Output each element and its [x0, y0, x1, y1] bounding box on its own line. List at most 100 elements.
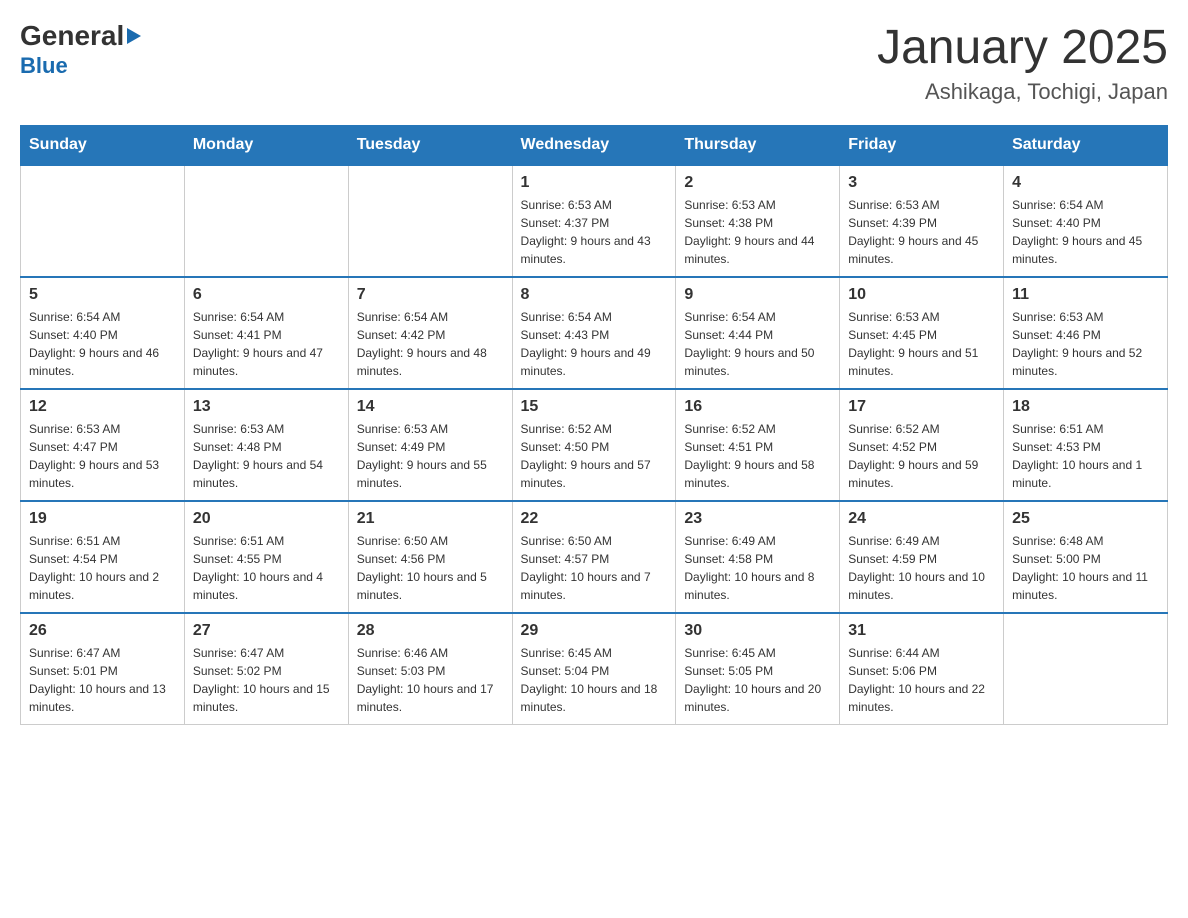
day-info: Sunrise: 6:48 AM Sunset: 5:00 PM Dayligh…	[1012, 532, 1159, 604]
calendar-subtitle: Ashikaga, Tochigi, Japan	[877, 79, 1168, 105]
day-number: 1	[521, 174, 668, 192]
calendar-cell: 30 Sunrise: 6:45 AM Sunset: 5:05 PM Dayli…	[676, 613, 840, 725]
day-number: 4	[1012, 174, 1159, 192]
day-number: 22	[521, 510, 668, 528]
day-number: 13	[193, 398, 340, 416]
calendar-cell: 19 Sunrise: 6:51 AM Sunset: 4:54 PM Dayli…	[21, 501, 185, 613]
weekday-header-row: SundayMondayTuesdayWednesdayThursdayFrid…	[21, 126, 1168, 166]
day-number: 10	[848, 286, 995, 304]
day-info: Sunrise: 6:45 AM Sunset: 5:05 PM Dayligh…	[684, 644, 831, 716]
day-number: 5	[29, 286, 176, 304]
calendar-cell: 5 Sunrise: 6:54 AM Sunset: 4:40 PM Daylig…	[21, 277, 185, 389]
weekday-header-monday: Monday	[184, 126, 348, 166]
day-number: 11	[1012, 286, 1159, 304]
day-number: 18	[1012, 398, 1159, 416]
weekday-header-sunday: Sunday	[21, 126, 185, 166]
calendar-cell	[21, 165, 185, 277]
day-info: Sunrise: 6:50 AM Sunset: 4:56 PM Dayligh…	[357, 532, 504, 604]
day-number: 30	[684, 622, 831, 640]
day-info: Sunrise: 6:49 AM Sunset: 4:58 PM Dayligh…	[684, 532, 831, 604]
day-number: 19	[29, 510, 176, 528]
calendar-body: 1Sunrise: 6:53 AM Sunset: 4:37 PM Daylig…	[21, 165, 1168, 725]
calendar-cell: 15Sunrise: 6:52 AM Sunset: 4:50 PM Dayli…	[512, 389, 676, 501]
day-info: Sunrise: 6:45 AM Sunset: 5:04 PM Dayligh…	[521, 644, 668, 716]
weekday-header-saturday: Saturday	[1004, 126, 1168, 166]
weekday-header-tuesday: Tuesday	[348, 126, 512, 166]
calendar-cell: 11 Sunrise: 6:53 AM Sunset: 4:46 PM Dayli…	[1004, 277, 1168, 389]
day-info: Sunrise: 6:49 AM Sunset: 4:59 PM Dayligh…	[848, 532, 995, 604]
title-section: January 2025 Ashikaga, Tochigi, Japan	[877, 20, 1168, 105]
day-info: Sunrise: 6:53 AM Sunset: 4:47 PM Dayligh…	[29, 420, 176, 492]
day-info: Sunrise: 6:54 AM Sunset: 4:42 PM Dayligh…	[357, 308, 504, 380]
day-number: 3	[848, 174, 995, 192]
calendar-cell: 9 Sunrise: 6:54 AM Sunset: 4:44 PM Daylig…	[676, 277, 840, 389]
day-number: 20	[193, 510, 340, 528]
page-header: General Blue January 2025 Ashikaga, Toch…	[20, 20, 1168, 105]
calendar-cell: 7 Sunrise: 6:54 AM Sunset: 4:42 PM Daylig…	[348, 277, 512, 389]
calendar-cell: 25 Sunrise: 6:48 AM Sunset: 5:00 PM Dayli…	[1004, 501, 1168, 613]
calendar-cell: 23 Sunrise: 6:49 AM Sunset: 4:58 PM Dayli…	[676, 501, 840, 613]
day-info: Sunrise: 6:50 AM Sunset: 4:57 PM Dayligh…	[521, 532, 668, 604]
day-info: Sunrise: 6:44 AM Sunset: 5:06 PM Dayligh…	[848, 644, 995, 716]
calendar-cell: 4Sunrise: 6:54 AM Sunset: 4:40 PM Daylig…	[1004, 165, 1168, 277]
day-number: 21	[357, 510, 504, 528]
day-number: 7	[357, 286, 504, 304]
day-info: Sunrise: 6:52 AM Sunset: 4:51 PM Dayligh…	[684, 420, 831, 492]
calendar-cell: 14 Sunrise: 6:53 AM Sunset: 4:49 PM Dayli…	[348, 389, 512, 501]
day-number: 9	[684, 286, 831, 304]
day-info: Sunrise: 6:54 AM Sunset: 4:40 PM Dayligh…	[29, 308, 176, 380]
day-number: 27	[193, 622, 340, 640]
calendar-cell	[1004, 613, 1168, 725]
day-number: 28	[357, 622, 504, 640]
logo-blue-text: Blue	[20, 53, 68, 79]
day-info: Sunrise: 6:52 AM Sunset: 4:52 PM Dayligh…	[848, 420, 995, 492]
day-info: Sunrise: 6:53 AM Sunset: 4:38 PM Dayligh…	[684, 196, 831, 268]
day-number: 14	[357, 398, 504, 416]
calendar-header: SundayMondayTuesdayWednesdayThursdayFrid…	[21, 126, 1168, 166]
day-info: Sunrise: 6:54 AM Sunset: 4:44 PM Dayligh…	[684, 308, 831, 380]
calendar-cell: 13 Sunrise: 6:53 AM Sunset: 4:48 PM Dayli…	[184, 389, 348, 501]
day-info: Sunrise: 6:54 AM Sunset: 4:41 PM Dayligh…	[193, 308, 340, 380]
logo: General Blue	[20, 20, 141, 79]
calendar-cell: 6 Sunrise: 6:54 AM Sunset: 4:41 PM Daylig…	[184, 277, 348, 389]
weekday-header-friday: Friday	[840, 126, 1004, 166]
calendar-cell: 3 Sunrise: 6:53 AM Sunset: 4:39 PM Daylig…	[840, 165, 1004, 277]
calendar-cell: 29 Sunrise: 6:45 AM Sunset: 5:04 PM Dayli…	[512, 613, 676, 725]
day-info: Sunrise: 6:53 AM Sunset: 4:39 PM Dayligh…	[848, 196, 995, 268]
weekday-header-wednesday: Wednesday	[512, 126, 676, 166]
week-row-3: 12Sunrise: 6:53 AM Sunset: 4:47 PM Dayli…	[21, 389, 1168, 501]
calendar-cell: 8 Sunrise: 6:54 AM Sunset: 4:43 PM Daylig…	[512, 277, 676, 389]
day-info: Sunrise: 6:54 AM Sunset: 4:43 PM Dayligh…	[521, 308, 668, 380]
day-info: Sunrise: 6:53 AM Sunset: 4:46 PM Dayligh…	[1012, 308, 1159, 380]
calendar-cell: 12Sunrise: 6:53 AM Sunset: 4:47 PM Dayli…	[21, 389, 185, 501]
logo-general-text: General	[20, 20, 124, 52]
day-number: 17	[848, 398, 995, 416]
day-number: 15	[521, 398, 668, 416]
calendar-cell: 17 Sunrise: 6:52 AM Sunset: 4:52 PM Dayli…	[840, 389, 1004, 501]
calendar-cell	[348, 165, 512, 277]
day-info: Sunrise: 6:51 AM Sunset: 4:55 PM Dayligh…	[193, 532, 340, 604]
calendar-cell: 1Sunrise: 6:53 AM Sunset: 4:37 PM Daylig…	[512, 165, 676, 277]
day-info: Sunrise: 6:47 AM Sunset: 5:01 PM Dayligh…	[29, 644, 176, 716]
day-number: 26	[29, 622, 176, 640]
day-number: 23	[684, 510, 831, 528]
calendar-cell: 10 Sunrise: 6:53 AM Sunset: 4:45 PM Dayli…	[840, 277, 1004, 389]
day-number: 31	[848, 622, 995, 640]
day-info: Sunrise: 6:47 AM Sunset: 5:02 PM Dayligh…	[193, 644, 340, 716]
day-number: 24	[848, 510, 995, 528]
day-info: Sunrise: 6:53 AM Sunset: 4:48 PM Dayligh…	[193, 420, 340, 492]
week-row-1: 1Sunrise: 6:53 AM Sunset: 4:37 PM Daylig…	[21, 165, 1168, 277]
day-info: Sunrise: 6:51 AM Sunset: 4:53 PM Dayligh…	[1012, 420, 1159, 492]
day-number: 8	[521, 286, 668, 304]
day-number: 25	[1012, 510, 1159, 528]
day-number: 6	[193, 286, 340, 304]
calendar-cell: 2Sunrise: 6:53 AM Sunset: 4:38 PM Daylig…	[676, 165, 840, 277]
day-number: 29	[521, 622, 668, 640]
day-info: Sunrise: 6:53 AM Sunset: 4:49 PM Dayligh…	[357, 420, 504, 492]
calendar-cell: 26 Sunrise: 6:47 AM Sunset: 5:01 PM Dayli…	[21, 613, 185, 725]
week-row-2: 5 Sunrise: 6:54 AM Sunset: 4:40 PM Daylig…	[21, 277, 1168, 389]
logo-arrow-icon	[127, 28, 141, 44]
day-info: Sunrise: 6:53 AM Sunset: 4:45 PM Dayligh…	[848, 308, 995, 380]
day-info: Sunrise: 6:51 AM Sunset: 4:54 PM Dayligh…	[29, 532, 176, 604]
day-info: Sunrise: 6:46 AM Sunset: 5:03 PM Dayligh…	[357, 644, 504, 716]
